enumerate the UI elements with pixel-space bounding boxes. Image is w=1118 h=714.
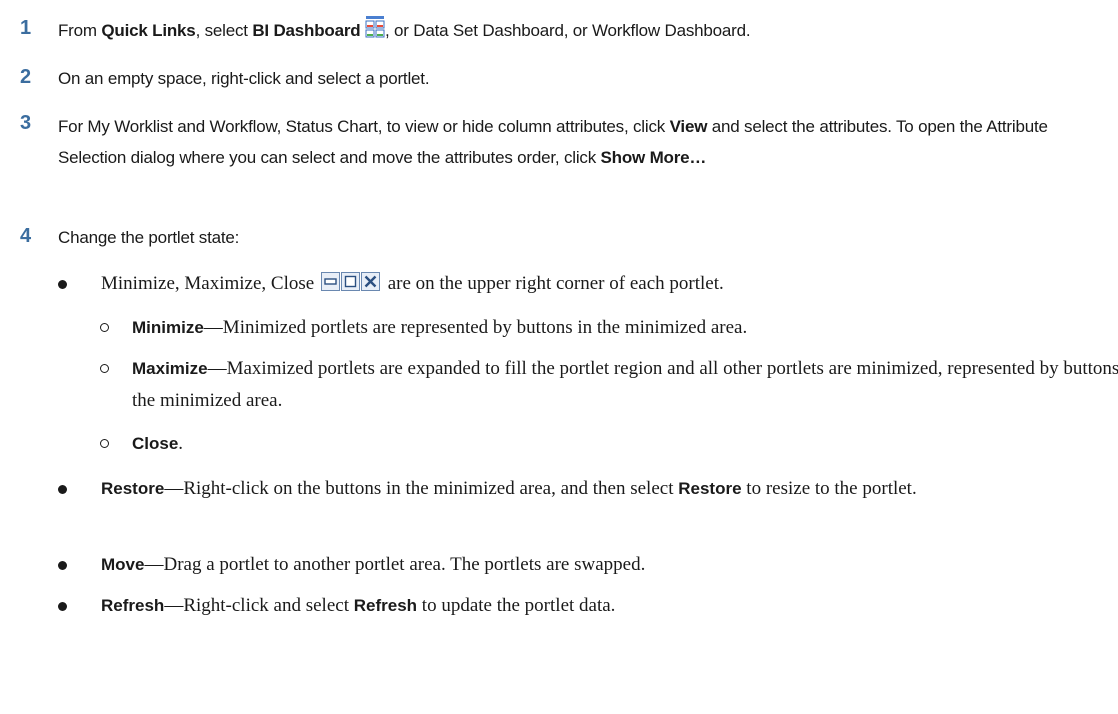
refresh-description-end: to update the portlet data. — [417, 595, 616, 616]
bullet-state-icons: Minimize, Maximize, Close are on the upp… — [58, 268, 1108, 302]
step-text: For My Worklist and Workflow, Status Cha… — [58, 111, 1110, 173]
minimize-description: —Minimized portlets are represented by b… — [203, 317, 748, 338]
refresh-term: Refresh — [101, 596, 165, 615]
bullet-move: Move—Drag a portlet to another portlet a… — [58, 549, 1108, 583]
step-number: 1 — [20, 17, 32, 39]
step-2: 2 On an empty space, right-click and sel… — [0, 63, 1110, 93]
step-4: 4 Change the portlet state: — [0, 222, 1110, 252]
step-1-mid: , select — [195, 21, 253, 40]
sub-bullet-dot — [100, 364, 109, 373]
step-3-pre: For My Worklist and Workflow, Status Cha… — [58, 117, 670, 136]
sub-bullet-maximize: Maximize—Maximized portlets are expanded… — [100, 353, 1118, 421]
refresh-term-inline: Refresh — [353, 596, 418, 615]
bullet-dot — [58, 280, 67, 289]
bullet-restore: Restore—Right-click on the buttons in th… — [58, 473, 1108, 541]
step-1-pre: From — [58, 21, 102, 40]
step-text: From Quick Links, select BI Dashboard , … — [58, 16, 1110, 47]
maximize-term: Maximize — [132, 359, 208, 378]
sub-bullet-minimize: Minimize—Minimized portlets are represen… — [100, 312, 1118, 346]
sub-bullet-close: Close. — [100, 428, 1118, 462]
restore-description: —Right-click on the buttons in the minim… — [164, 478, 679, 499]
bullet-refresh: Refresh—Right-click and select Refresh t… — [58, 590, 1108, 624]
state-icons-pre: Minimize, Maximize, Close — [101, 273, 315, 294]
step-text: Change the portlet state: — [58, 228, 240, 247]
sub-bullet-dot — [100, 439, 109, 448]
bullet-text: Move—Drag a portlet to another portlet a… — [101, 549, 1108, 581]
restore-term: Restore — [101, 479, 165, 498]
restore-description-end: to resize to the portlet. — [741, 478, 917, 499]
step-1-post: , or Data Set Dashboard, or Workflow Das… — [385, 21, 751, 40]
step-text: On an empty space, right-click and selec… — [58, 69, 430, 88]
bullet-text: Minimize—Minimized portlets are represen… — [132, 312, 1118, 344]
bullet-dot — [58, 561, 67, 570]
bullet-dot — [58, 602, 67, 611]
close-description: . — [178, 433, 184, 454]
sub-bullet-dot — [100, 323, 109, 332]
move-term: Move — [101, 555, 145, 574]
bi-dashboard-term: BI Dashboard — [252, 21, 361, 40]
close-icon — [360, 272, 380, 291]
restore-term-inline: Restore — [678, 479, 742, 498]
state-icons-post: are on the upper right corner of each po… — [387, 273, 724, 294]
view-term: View — [669, 117, 708, 136]
bullet-text: Minimize, Maximize, Close are on the upp… — [101, 268, 1108, 303]
maximize-description: —Maximized portlets are expanded to fill… — [132, 358, 1118, 411]
minimize-term: Minimize — [132, 318, 204, 337]
quick-links-term: Quick Links — [101, 21, 196, 40]
document-page: 1 From Quick Links, select BI Dashboard … — [0, 0, 1118, 714]
step-number: 2 — [20, 66, 32, 88]
minimize-icon — [320, 272, 340, 291]
bi-dashboard-icon — [365, 16, 385, 47]
close-term: Close — [132, 434, 179, 453]
step-number: 3 — [20, 112, 32, 134]
step-3: 3 For My Worklist and Workflow, Status C… — [0, 109, 1110, 209]
refresh-description: —Right-click and select — [164, 595, 354, 616]
move-description: —Drag a portlet to another portlet area.… — [144, 554, 646, 575]
bullet-text: Refresh—Right-click and select Refresh t… — [101, 590, 1108, 622]
window-control-icons — [320, 271, 381, 303]
bullet-text: Close. — [132, 428, 1118, 460]
bullet-text: Restore—Right-click on the buttons in th… — [101, 473, 1108, 505]
bullet-text: Maximize—Maximized portlets are expanded… — [132, 353, 1118, 417]
step-number: 4 — [20, 225, 32, 247]
step-1: 1 From Quick Links, select BI Dashboard … — [0, 14, 1110, 44]
bullet-dot — [58, 485, 67, 494]
maximize-icon — [340, 272, 360, 291]
show-more-term: Show More… — [600, 148, 707, 167]
